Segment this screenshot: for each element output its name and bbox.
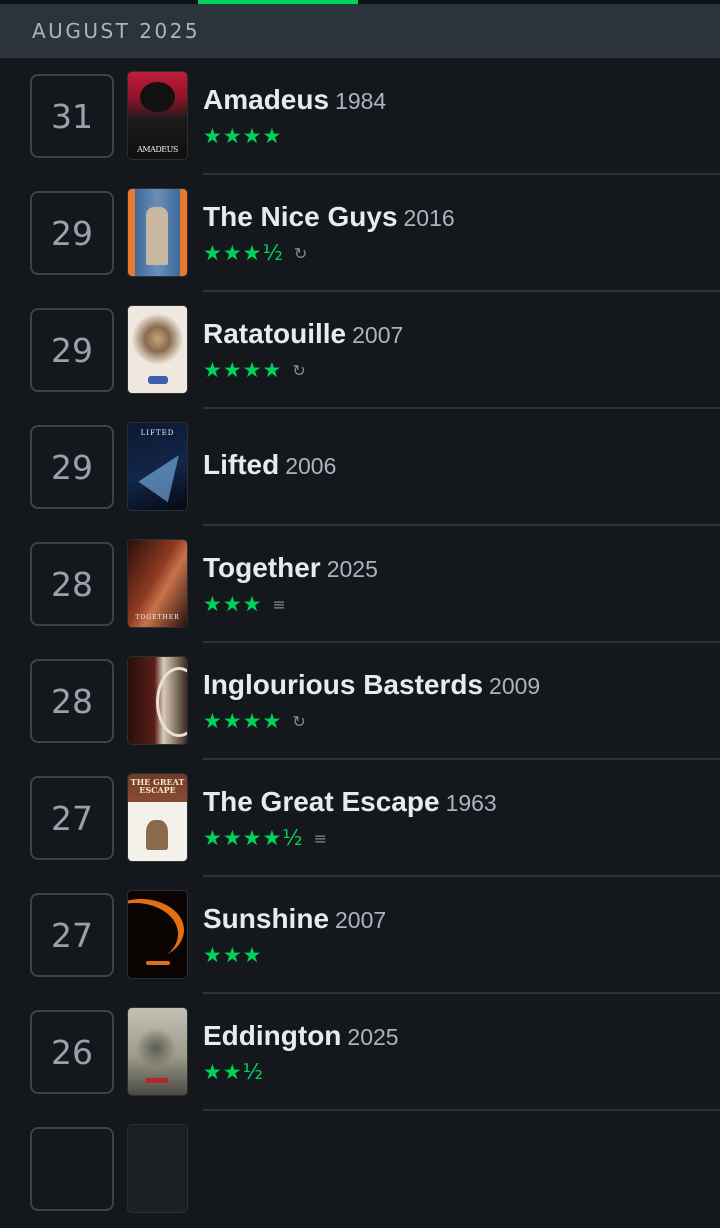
- poster-art: [146, 207, 168, 265]
- film-title-line[interactable]: Inglourious Basterds 2009: [203, 667, 720, 704]
- rewatch-icon: ↻: [292, 711, 306, 731]
- poster-thumbnail[interactable]: [128, 891, 187, 978]
- day-box: 27: [30, 776, 114, 860]
- star-rating: ★★★★: [203, 124, 283, 148]
- entry-meta: ★★½: [203, 1057, 720, 1087]
- poster-art-glow: [146, 961, 170, 965]
- star-rating: ★★★: [203, 943, 263, 967]
- film-year[interactable]: 2025: [327, 556, 378, 582]
- review-icon: ≡: [272, 594, 286, 614]
- entry-meta: ★★★★: [203, 121, 720, 151]
- film-year[interactable]: 2007: [352, 322, 403, 348]
- day-box: 28: [30, 659, 114, 743]
- film-title[interactable]: Together: [203, 552, 321, 583]
- month-section-header: AUGUST 2025: [0, 4, 720, 58]
- film-year[interactable]: 2006: [285, 453, 336, 479]
- poster-thumbnail[interactable]: AMADEUS: [128, 72, 187, 159]
- day-box: 29: [30, 191, 114, 275]
- day-box: 29: [30, 425, 114, 509]
- poster-art: [140, 82, 175, 112]
- film-title-line[interactable]: The Nice Guys 2016: [203, 199, 720, 236]
- poster-art: [128, 899, 184, 961]
- review-icon: ≡: [313, 828, 328, 848]
- diary-entry[interactable]: 27 THE GREAT ESCAPE The Great Escape 1963…: [0, 760, 720, 877]
- film-title-line[interactable]: Lifted 2006: [203, 447, 720, 484]
- diary-entry[interactable]: 28 Inglourious Basterds 2009 ★★★★ ↻: [0, 643, 720, 760]
- diary-entry[interactable]: 28 TOGETHER Together 2025 ★★★ ≡: [0, 526, 720, 643]
- film-year[interactable]: 1963: [446, 790, 497, 816]
- diary-entry[interactable]: 29 Ratatouille 2007 ★★★★ ↻: [0, 292, 720, 409]
- film-title[interactable]: The Nice Guys: [203, 201, 398, 232]
- film-year[interactable]: 2009: [489, 673, 540, 699]
- film-title-line[interactable]: Ratatouille 2007: [203, 316, 720, 353]
- poster-thumbnail[interactable]: TOGETHER: [128, 540, 187, 627]
- film-year[interactable]: 2007: [335, 907, 386, 933]
- poster-caption: TOGETHER: [135, 614, 180, 621]
- entry-meta: ★★★★ ↻: [203, 706, 720, 736]
- diary-entry-partial[interactable]: [0, 1111, 720, 1228]
- rewatch-icon: ↻: [292, 360, 306, 380]
- poster-art: [136, 1028, 176, 1068]
- poster-caption: AMADEUS: [137, 145, 178, 154]
- film-title[interactable]: Ratatouille: [203, 318, 346, 349]
- diary-list: 31 AMADEUS Amadeus 1984 ★★★★ 29 The Nice …: [0, 58, 720, 1228]
- poster-thumbnail[interactable]: [128, 189, 187, 276]
- poster-thumbnail[interactable]: [128, 306, 187, 393]
- diary-entry[interactable]: 31 AMADEUS Amadeus 1984 ★★★★: [0, 58, 720, 175]
- diary-entry[interactable]: 26 Eddington 2025 ★★½: [0, 994, 720, 1111]
- poster-thumbnail[interactable]: THE GREAT ESCAPE: [128, 774, 187, 861]
- film-title-line[interactable]: Eddington 2025: [203, 1018, 720, 1055]
- poster-thumbnail[interactable]: [128, 657, 187, 744]
- entry-meta: ★★★: [203, 940, 720, 970]
- poster-art: [156, 667, 187, 737]
- day-box: 27: [30, 893, 114, 977]
- star-rating: ★★★★: [203, 709, 283, 733]
- diary-entry[interactable]: 27 Sunshine 2007 ★★★: [0, 877, 720, 994]
- film-title-line[interactable]: The Great Escape 1963: [203, 784, 720, 821]
- poster-thumbnail[interactable]: LIFTED: [128, 423, 187, 510]
- star-rating: ★★★★: [203, 358, 283, 382]
- diary-entry[interactable]: 29 The Nice Guys 2016 ★★★½ ↻: [0, 175, 720, 292]
- star-rating: ★★½: [203, 1060, 265, 1084]
- entry-meta: ★★★★ ↻: [203, 355, 720, 385]
- film-year[interactable]: 1984: [335, 88, 386, 114]
- poster-thumbnail[interactable]: [128, 1008, 187, 1095]
- day-box: 28: [30, 542, 114, 626]
- star-rating: ★★★½: [203, 241, 284, 265]
- film-title[interactable]: Inglourious Basterds: [203, 669, 483, 700]
- day-box: [30, 1127, 114, 1211]
- entry-meta: ★★★★½ ≡: [203, 823, 720, 853]
- diary-entry[interactable]: 29 LIFTED Lifted 2006: [0, 409, 720, 526]
- film-title[interactable]: The Great Escape: [203, 786, 440, 817]
- film-year[interactable]: 2016: [404, 205, 455, 231]
- film-year[interactable]: 2025: [347, 1024, 398, 1050]
- film-title-line[interactable]: Together 2025: [203, 550, 720, 587]
- day-box: 31: [30, 74, 114, 158]
- poster-thumbnail[interactable]: [128, 1125, 187, 1212]
- poster-caption: LIFTED: [140, 429, 175, 437]
- month-header-label: AUGUST 2025: [32, 19, 201, 43]
- star-rating: ★★★★½: [203, 826, 304, 850]
- rewatch-icon: ↻: [293, 243, 308, 263]
- film-title-line[interactable]: Amadeus 1984: [203, 82, 720, 119]
- poster-art: [148, 376, 168, 384]
- day-box: 26: [30, 1010, 114, 1094]
- day-box: 29: [30, 308, 114, 392]
- star-rating: ★★★: [203, 592, 263, 616]
- film-title[interactable]: Lifted: [203, 449, 279, 480]
- entry-meta: ★★★ ≡: [203, 589, 720, 619]
- entry-meta: ★★★½ ↻: [203, 238, 720, 268]
- poster-caption: THE GREAT ESCAPE: [130, 777, 185, 795]
- film-title[interactable]: Sunshine: [203, 903, 329, 934]
- film-title[interactable]: Eddington: [203, 1020, 341, 1051]
- film-title[interactable]: Amadeus: [203, 84, 329, 115]
- poster-title-mark: [146, 1078, 168, 1083]
- poster-art: [146, 820, 168, 850]
- poster-art: [138, 444, 187, 503]
- film-title-line[interactable]: Sunshine 2007: [203, 901, 720, 938]
